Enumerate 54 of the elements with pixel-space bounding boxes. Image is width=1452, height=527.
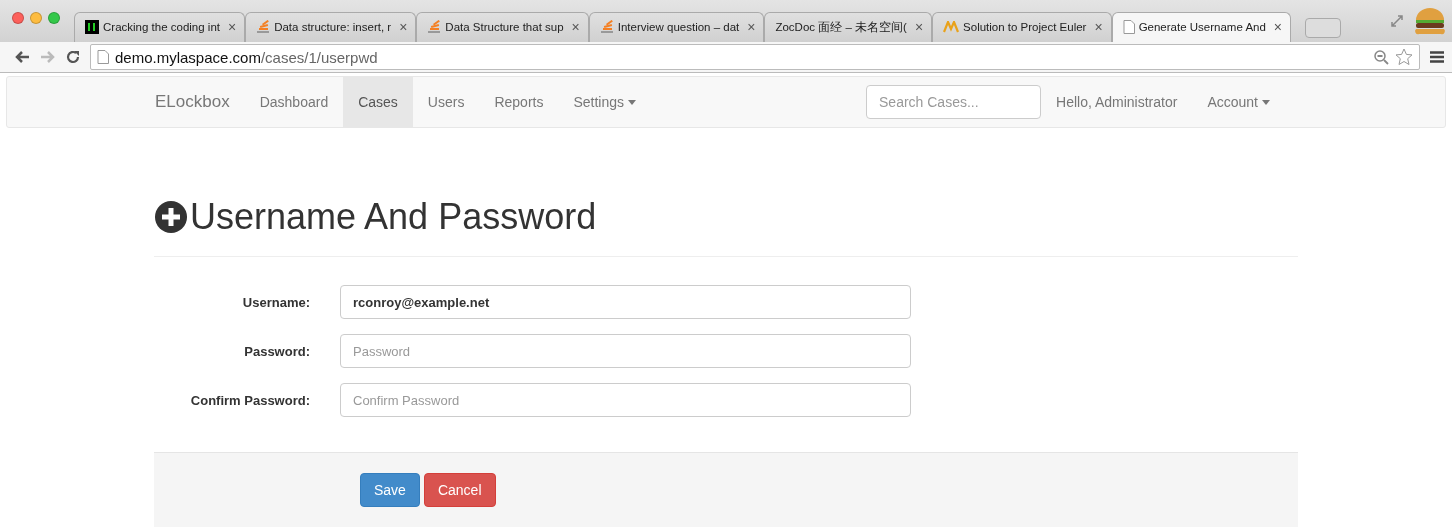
nav-link[interactable]: Users [412, 77, 480, 127]
address-field[interactable]: demo.mylaspace.com/cases/1/userpwd [90, 44, 1420, 71]
close-tab-icon[interactable]: × [747, 19, 756, 36]
brand-link[interactable]: ELockbox [149, 77, 245, 127]
zoom-window-icon[interactable] [48, 11, 60, 24]
browser-tab[interactable]: Generate Username And × [1111, 11, 1292, 42]
close-tab-icon[interactable]: × [1094, 19, 1103, 36]
greeting-text: Hello, Administrator [1055, 93, 1179, 113]
browser-tab[interactable]: Solution to Project Euler × [932, 11, 1112, 42]
stack-icon [599, 20, 614, 35]
browser-tab[interactable]: ZocDoc 面经 – 未名空间( × [764, 11, 933, 42]
forward-icon[interactable] [40, 50, 56, 65]
nav-link[interactable]: Dashboard [244, 77, 344, 127]
browser-tab[interactable]: Cracking the coding int × [74, 11, 246, 42]
browser-tab[interactable]: Data Structure that sup × [416, 11, 589, 42]
close-tab-icon[interactable]: × [914, 19, 924, 36]
reload-icon[interactable] [66, 50, 80, 65]
close-tab-icon[interactable]: × [228, 19, 237, 36]
page-icon [97, 50, 109, 65]
nav-link[interactable]: Cases [343, 77, 413, 127]
menu-icon[interactable] [1430, 51, 1444, 64]
fullscreen-icon[interactable] [1390, 13, 1404, 28]
input-field[interactable]: Password [340, 334, 911, 368]
nav-link[interactable]: Settings [558, 77, 652, 127]
terminal-icon [85, 20, 99, 35]
stack-icon [427, 20, 442, 35]
field-label: Username: [241, 294, 310, 310]
page-icon [1122, 20, 1135, 35]
zoom-out-icon[interactable] [1373, 49, 1389, 66]
caret-icon [1262, 99, 1270, 105]
account-menu[interactable]: Account [1192, 77, 1285, 127]
new-tab-button[interactable] [1305, 17, 1342, 38]
input-field[interactable]: rconroy@example.net [340, 285, 911, 319]
browser-tab[interactable]: Interview question – dat × [588, 11, 765, 42]
plus-circle-icon [154, 200, 188, 234]
field-label: Password: [243, 343, 310, 359]
close-tab-icon[interactable]: × [1273, 19, 1283, 36]
back-icon[interactable] [14, 50, 30, 65]
page-heading: Username And Password [154, 196, 1298, 257]
nav-link[interactable]: Reports [479, 77, 559, 127]
close-tab-icon[interactable]: × [571, 19, 580, 36]
minimize-window-icon[interactable] [30, 11, 42, 24]
cancel-button[interactable]: Cancel [423, 473, 496, 507]
input-field[interactable]: Confirm Password [340, 383, 911, 417]
burger-icon [1414, 5, 1446, 36]
star-icon[interactable] [1395, 48, 1413, 67]
close-tab-icon[interactable]: × [399, 19, 408, 36]
save-button[interactable]: Save [360, 473, 420, 507]
browser-tab[interactable]: Data structure: insert, r × [245, 11, 417, 42]
stack-icon [256, 20, 271, 35]
m-logo-icon [943, 21, 960, 34]
close-window-icon[interactable] [12, 11, 24, 24]
field-label: Confirm Password: [189, 392, 310, 408]
search-field[interactable]: Search Cases... [866, 85, 1041, 120]
